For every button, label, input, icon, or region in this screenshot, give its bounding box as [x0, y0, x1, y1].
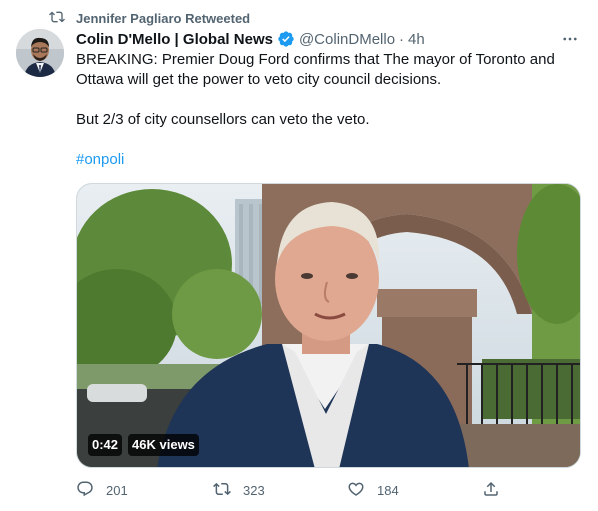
retweet-action-icon: [213, 480, 231, 501]
share-button[interactable]: [482, 480, 500, 501]
more-options-icon[interactable]: [558, 30, 582, 48]
tweet-text-paragraph-2: But 2/3 of city counsellors can veto the…: [76, 111, 370, 128]
tweet-card[interactable]: Jennifer Pagliaro Retweeted Colin D'Mell…: [0, 0, 598, 511]
tweet-text: BREAKING: Premier Doug Ford confirms tha…: [76, 50, 576, 170]
tweet-header: Colin D'Mello | Global News @ColinDMello…: [76, 29, 582, 49]
separator: ·: [399, 30, 405, 48]
hashtag-link[interactable]: #onpoli: [76, 151, 124, 168]
timestamp[interactable]: 4h: [408, 31, 425, 48]
like-count: 184: [377, 483, 399, 498]
author-handle[interactable]: @ColinDMello: [299, 31, 395, 48]
tweet-text-paragraph-1: BREAKING: Premier Doug Ford confirms tha…: [76, 51, 555, 88]
retweet-icon: [48, 9, 66, 28]
avatar[interactable]: [16, 29, 64, 77]
share-icon: [482, 480, 500, 501]
video-views: 46K views: [128, 434, 199, 456]
heart-icon: [347, 480, 365, 501]
video-duration: 0:42: [88, 434, 123, 456]
reply-button[interactable]: 201: [76, 480, 128, 501]
reply-count: 201: [106, 483, 128, 498]
retweet-count: 323: [243, 483, 265, 498]
tweet-actions: 201 323 184: [76, 480, 516, 502]
retweet-label: Jennifer Pagliaro Retweeted: [76, 10, 251, 26]
reply-icon: [76, 480, 94, 501]
retweet-context[interactable]: Jennifer Pagliaro Retweeted: [48, 9, 250, 27]
author-name[interactable]: Colin D'Mello | Global News: [76, 31, 273, 48]
video-info: 0:42 46K views: [88, 434, 199, 456]
retweet-button[interactable]: 323: [213, 480, 265, 501]
like-button[interactable]: 184: [347, 480, 399, 501]
video-thumbnail: [77, 184, 580, 467]
verified-badge-icon: [277, 30, 295, 48]
video-player[interactable]: [76, 183, 581, 468]
